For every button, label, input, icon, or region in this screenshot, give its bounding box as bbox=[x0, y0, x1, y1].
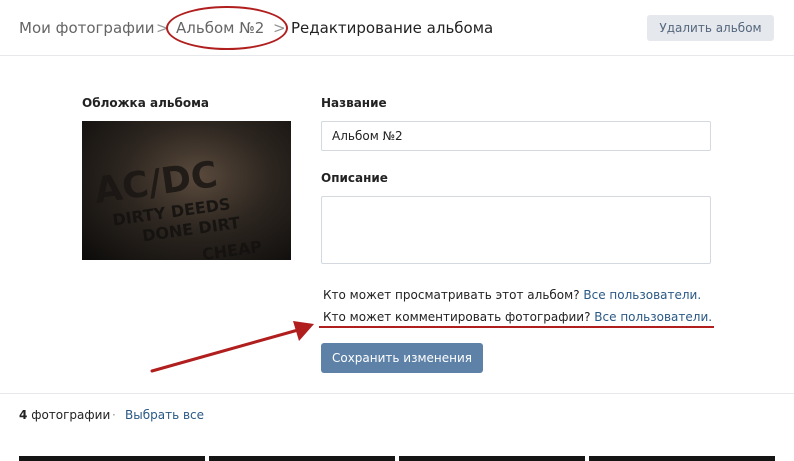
photo-thumbnail[interactable] bbox=[19, 456, 205, 461]
photos-footer: 4 фотографии · Выбрать все bbox=[0, 393, 794, 461]
photo-thumbnail[interactable] bbox=[399, 456, 585, 461]
footer-separator: · bbox=[112, 408, 116, 422]
photo-thumbnail[interactable] bbox=[209, 456, 395, 461]
photo-count-number: 4 bbox=[19, 408, 28, 422]
select-all-link[interactable]: Выбрать все bbox=[125, 407, 204, 423]
photo-thumbnail[interactable] bbox=[589, 456, 775, 461]
photo-count-label: фотографии bbox=[31, 408, 111, 422]
photo-count: 4 фотографии bbox=[19, 407, 110, 423]
annotation-arrow-icon bbox=[150, 321, 314, 373]
